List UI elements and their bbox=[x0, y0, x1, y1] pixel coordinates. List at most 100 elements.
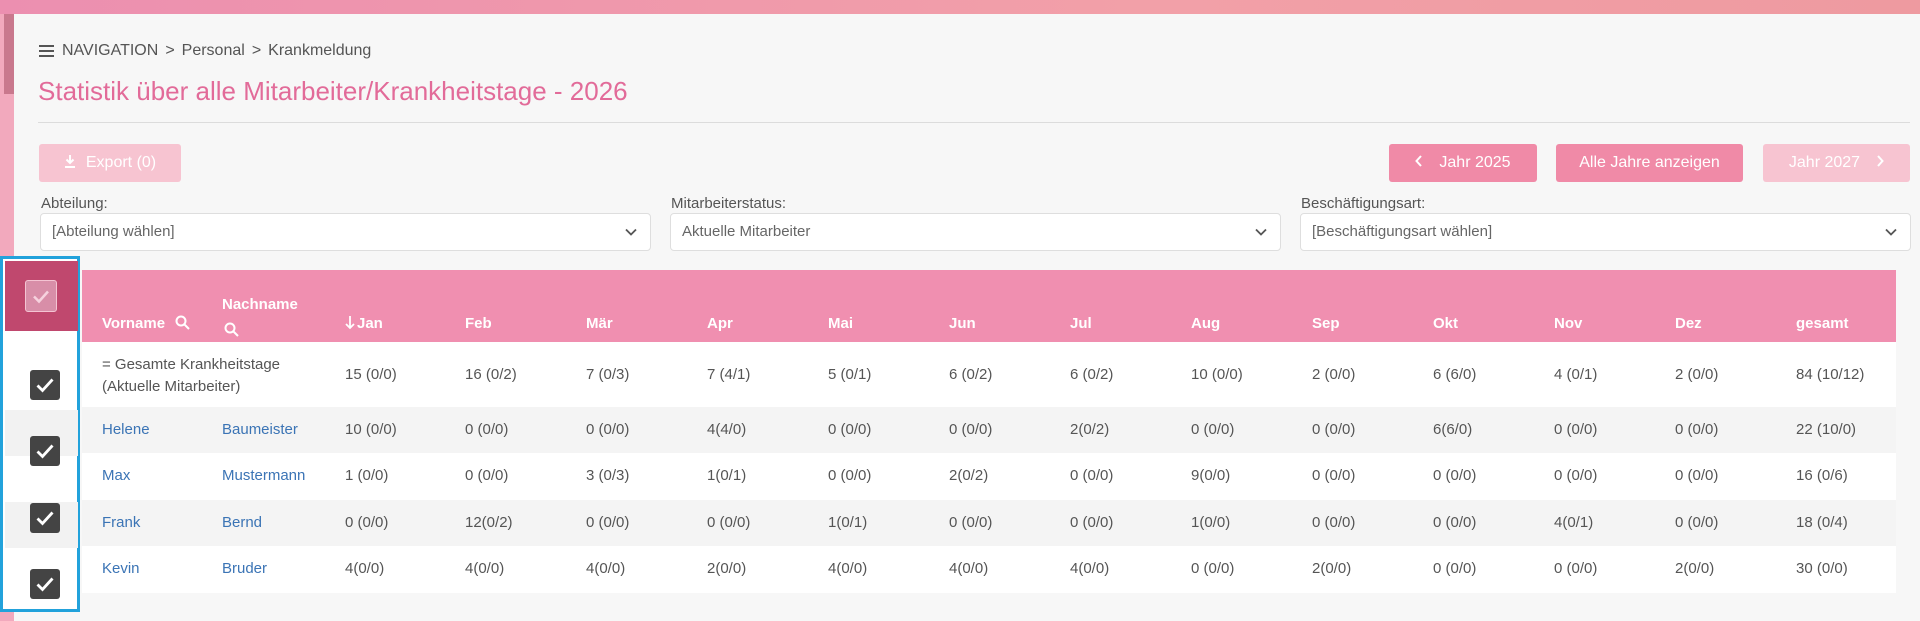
nov-header[interactable]: Nov bbox=[1554, 315, 1582, 332]
first-name-link[interactable]: Frank bbox=[102, 514, 140, 531]
last-name-link[interactable]: Baumeister bbox=[222, 421, 298, 438]
table-cell: 12(0/2) bbox=[465, 514, 513, 531]
table-cell: 2(0/0) bbox=[1675, 560, 1715, 577]
apr-header[interactable]: Apr bbox=[707, 315, 733, 332]
table-cell: 2(0/0) bbox=[707, 560, 747, 577]
table-cell: 0 (0/0) bbox=[1675, 514, 1719, 531]
checkmark-icon bbox=[36, 577, 54, 592]
all-years-button[interactable]: Alle Jahre anzeigen bbox=[1556, 144, 1743, 182]
table-cell: 6(6/0) bbox=[1433, 421, 1473, 438]
table-row[interactable]: Frank Bernd 0 (0/0) 12(0/2) 0 (0/0) 0 (0… bbox=[82, 500, 1896, 546]
table-cell: 2 (0/0) bbox=[1312, 366, 1356, 383]
checkmark-icon bbox=[36, 378, 54, 393]
chevron-down-icon bbox=[1255, 228, 1267, 236]
checkmark-icon bbox=[33, 290, 49, 304]
jul-header[interactable]: Jul bbox=[1070, 315, 1092, 332]
row-checkbox[interactable] bbox=[30, 436, 60, 466]
art-select-value: [Beschäftigungsart wählen] bbox=[1312, 223, 1493, 240]
nachname-header[interactable]: Nachname bbox=[222, 296, 298, 313]
table-cell: 15 (0/0) bbox=[345, 366, 397, 383]
art-label: Beschäftigungsart: bbox=[1301, 195, 1426, 212]
row-checkbox[interactable] bbox=[30, 370, 60, 400]
table-cell: 0 (0/0) bbox=[1312, 514, 1356, 531]
prev-year-button[interactable]: Jahr 2025 bbox=[1389, 144, 1537, 182]
nachname-header-label: Nachname bbox=[222, 296, 298, 313]
table-row[interactable]: Helene Baumeister 10 (0/0) 0 (0/0) 0 (0/… bbox=[82, 407, 1896, 453]
sick-days-table: Vorname Nachname Jan Feb Mär Apr Mai Jun… bbox=[82, 270, 1896, 593]
table-cell: 0 (0/0) bbox=[1312, 421, 1356, 438]
first-name-link[interactable]: Max bbox=[102, 467, 130, 484]
row-checkbox[interactable] bbox=[30, 569, 60, 599]
table-cell: 0 (0/0) bbox=[465, 421, 509, 438]
okt-header[interactable]: Okt bbox=[1433, 315, 1458, 332]
jun-header[interactable]: Jun bbox=[949, 315, 976, 332]
sort-down-arrow-icon bbox=[345, 316, 355, 330]
table-cell: 4 (0/1) bbox=[1554, 366, 1598, 383]
status-select[interactable]: Aktuelle Mitarbeiter bbox=[670, 213, 1281, 251]
aug-header[interactable]: Aug bbox=[1191, 315, 1220, 332]
table-cell: 0 (0/0) bbox=[949, 421, 993, 438]
last-name-link[interactable]: Bruder bbox=[222, 560, 267, 577]
feb-header[interactable]: Feb bbox=[465, 315, 492, 332]
table-row[interactable]: Max Mustermann 1 (0/0) 0 (0/0) 3 (0/3) 1… bbox=[82, 453, 1896, 500]
select-all-checkbox[interactable] bbox=[25, 280, 57, 312]
gesamt-header[interactable]: gesamt bbox=[1796, 315, 1849, 332]
table-cell: 6 (0/2) bbox=[949, 366, 993, 383]
mar-header[interactable]: Mär bbox=[586, 315, 613, 332]
mai-header[interactable]: Mai bbox=[828, 315, 853, 332]
next-year-label: Jahr 2027 bbox=[1788, 154, 1861, 171]
total-label-line1: = Gesamte Krankheitstage bbox=[102, 356, 281, 373]
search-icon[interactable] bbox=[175, 315, 190, 330]
table-cell: 2(0/2) bbox=[949, 467, 989, 484]
abteilung-select-value: [Abteilung wählen] bbox=[52, 223, 175, 240]
export-button[interactable]: Export (0) bbox=[39, 144, 181, 182]
table-cell: 0 (0/0) bbox=[465, 467, 509, 484]
table-cell: 0 (0/0) bbox=[1191, 560, 1235, 577]
download-icon bbox=[64, 155, 75, 168]
table-cell: 1(0/0) bbox=[1191, 514, 1231, 531]
table-row[interactable]: Kevin Bruder 4(0/0) 4(0/0) 4(0/0) 2(0/0)… bbox=[82, 546, 1896, 593]
checkmark-icon bbox=[36, 444, 54, 459]
next-year-button[interactable]: Jahr 2027 bbox=[1763, 144, 1910, 182]
table-cell: 0 (0/0) bbox=[345, 514, 389, 531]
jan-header-label: Jan bbox=[357, 315, 383, 332]
table-header: Vorname Nachname Jan Feb Mär Apr Mai Jun… bbox=[82, 270, 1896, 342]
page-title: Statistik über alle Mitarbeiter/Krankhei… bbox=[38, 76, 628, 106]
table-cell: 0 (0/0) bbox=[1433, 560, 1477, 577]
jan-header[interactable]: Jan bbox=[345, 315, 383, 332]
total-label: = Gesamte Krankheitstage (Aktuelle Mitar… bbox=[102, 354, 280, 398]
top-accent-bar bbox=[0, 0, 1920, 14]
breadcrumb-krankmeldung: Krankmeldung bbox=[268, 42, 372, 59]
table-cell: 0 (0/0) bbox=[1675, 467, 1719, 484]
table-cell: 2(0/0) bbox=[1312, 560, 1352, 577]
breadcrumb-navigation[interactable]: NAVIGATION bbox=[62, 42, 158, 60]
table-cell: 0 (0/0) bbox=[707, 514, 751, 531]
breadcrumb-personal[interactable]: Personal bbox=[182, 42, 245, 60]
table-cell: 4(0/1) bbox=[1554, 514, 1594, 531]
art-select[interactable]: [Beschäftigungsart wählen] bbox=[1300, 213, 1911, 251]
first-name-link[interactable]: Helene bbox=[102, 421, 150, 438]
hamburger-menu-icon[interactable] bbox=[39, 42, 54, 60]
last-name-link[interactable]: Bernd bbox=[222, 514, 262, 531]
last-name-link[interactable]: Mustermann bbox=[222, 467, 305, 484]
first-name-link[interactable]: Kevin bbox=[102, 560, 140, 577]
table-cell: 0 (0/0) bbox=[1433, 514, 1477, 531]
table-cell: 84 (10/12) bbox=[1796, 366, 1865, 383]
select-all-cell bbox=[5, 261, 78, 331]
table-cell: 0 (0/0) bbox=[1554, 421, 1598, 438]
table-cell: 16 (0/6) bbox=[1796, 467, 1848, 484]
table-cell: 4(0/0) bbox=[465, 560, 505, 577]
table-cell: 0 (0/0) bbox=[1675, 421, 1719, 438]
dez-header[interactable]: Dez bbox=[1675, 315, 1702, 332]
search-icon[interactable] bbox=[224, 322, 239, 337]
sep-header[interactable]: Sep bbox=[1312, 315, 1340, 332]
row-checkbox[interactable] bbox=[30, 503, 60, 533]
table-cell: 7 (4/1) bbox=[707, 366, 751, 383]
abteilung-select[interactable]: [Abteilung wählen] bbox=[40, 213, 651, 251]
sidebar-strip-marker bbox=[4, 14, 14, 94]
table-cell: 1(0/1) bbox=[707, 467, 747, 484]
vorname-header[interactable]: Vorname bbox=[102, 315, 190, 332]
table-cell: 4(0/0) bbox=[345, 560, 385, 577]
table-cell: 0 (0/0) bbox=[1554, 467, 1598, 484]
table-cell: 0 (0/0) bbox=[1554, 560, 1598, 577]
